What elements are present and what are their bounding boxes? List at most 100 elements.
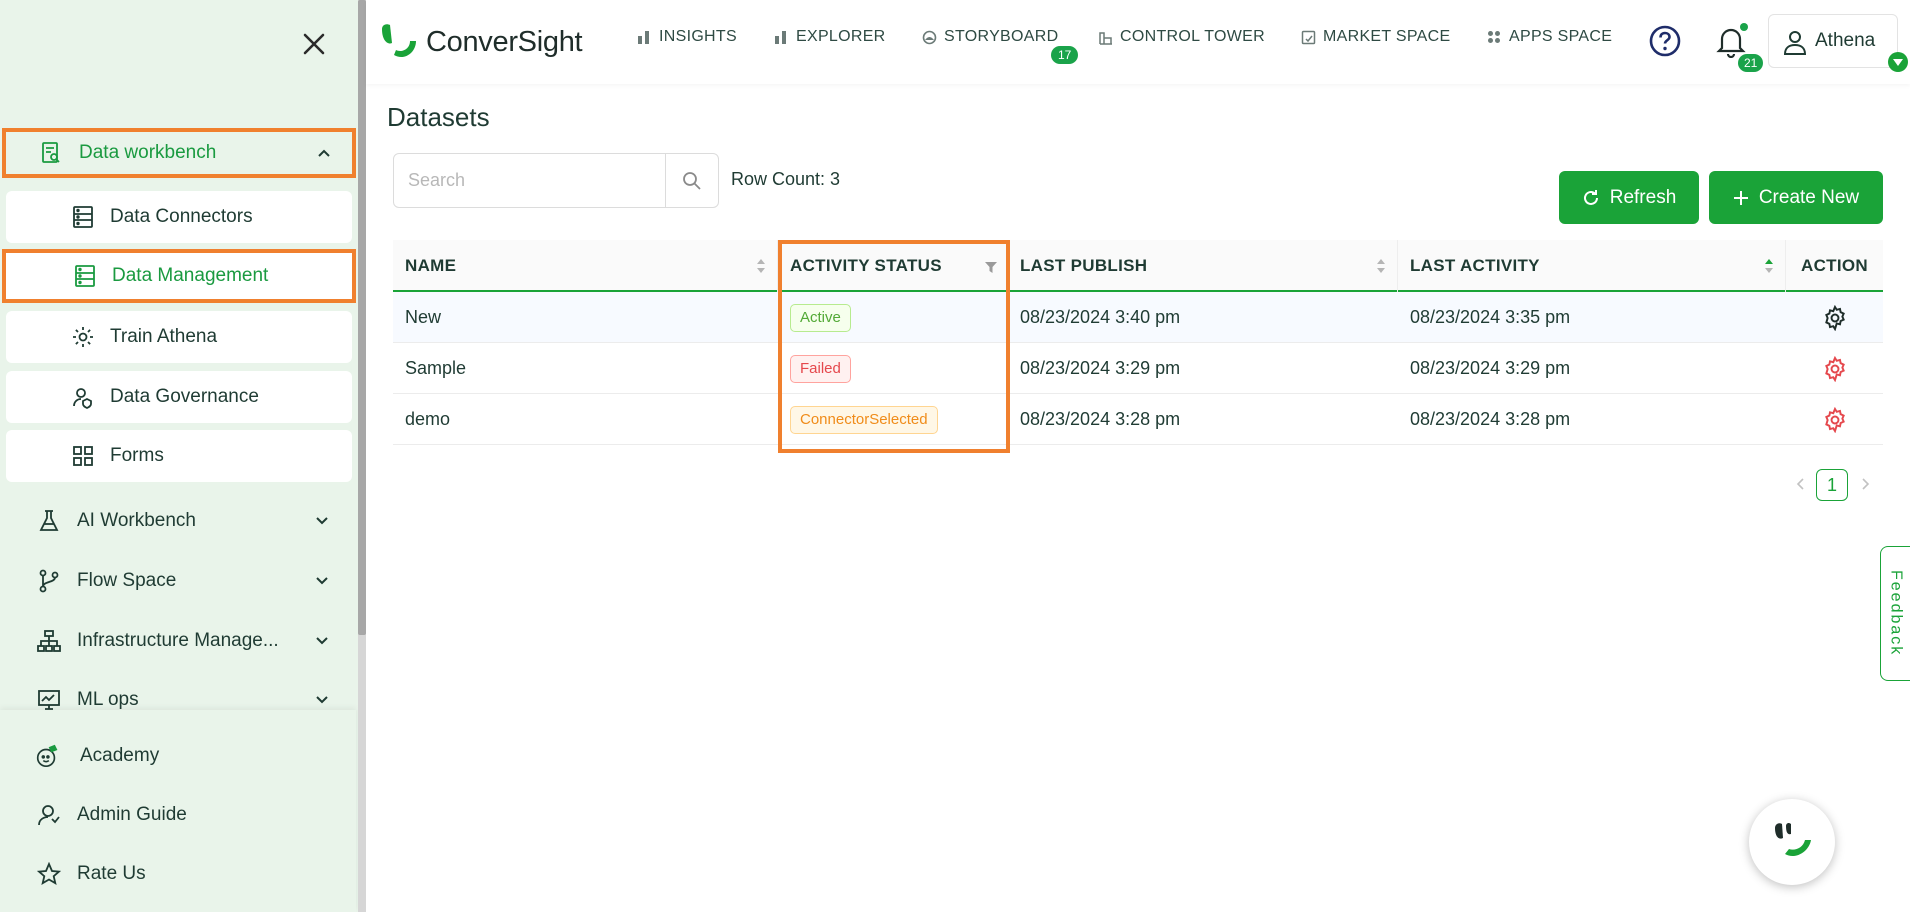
table-row[interactable]: New Active 08/23/2024 3:40 pm 08/23/2024… — [393, 292, 1883, 343]
sidebar-item-label: Data Connectors — [110, 206, 253, 227]
cell-name[interactable]: New — [393, 292, 441, 343]
nav-label: CONTROL TOWER — [1120, 28, 1265, 45]
user-guide-icon — [36, 802, 62, 828]
user-name: Athena — [1815, 30, 1876, 51]
nav-label: APPS SPACE — [1509, 28, 1613, 45]
chevron-down-icon[interactable] — [311, 630, 333, 652]
data-workbench-icon — [38, 140, 64, 166]
storyboard-badge: 17 — [1051, 46, 1079, 64]
sidebar-item-academy[interactable]: Academy — [0, 730, 356, 782]
status-badge: Active — [790, 303, 851, 332]
bar-chart-icon — [773, 29, 789, 45]
refresh-button[interactable]: Refresh — [1559, 171, 1699, 224]
sidebar-scrollbar[interactable] — [358, 0, 366, 912]
chevron-down-icon[interactable] — [311, 689, 333, 711]
sidebar-item-label: Admin Guide — [77, 804, 187, 825]
column-header-last-publish[interactable]: LAST PUBLISH — [1008, 240, 1398, 292]
column-header-last-activity[interactable]: LAST ACTIVITY — [1398, 240, 1786, 292]
cell-status: ConnectorSelected — [778, 394, 938, 445]
table-row[interactable]: demo ConnectorSelected 08/23/2024 3:28 p… — [393, 394, 1883, 445]
settings-gear-icon[interactable] — [1822, 355, 1848, 382]
nav-storyboard[interactable]: STORYBOARD — [921, 28, 1058, 46]
sidebar-item-forms[interactable]: Forms — [6, 430, 352, 482]
sidebar-item-data-workbench[interactable]: Data workbench — [2, 128, 356, 178]
pagination-next[interactable] — [1861, 477, 1871, 491]
close-icon[interactable] — [296, 26, 332, 62]
cell-last-publish: 08/23/2024 3:29 pm — [1020, 358, 1181, 378]
table-header: NAME ACTIVITY STATUS LAST PUBLISH LAST A… — [393, 240, 1883, 292]
chevron-up-icon[interactable] — [313, 142, 335, 164]
sidebar-item-data-management[interactable]: Data Management — [2, 249, 356, 303]
page-title: Datasets — [387, 102, 490, 132]
nav-insights[interactable]: INSIGHTS — [636, 28, 737, 46]
sort-icon[interactable] — [1375, 256, 1387, 276]
notification-dot — [1740, 23, 1748, 31]
cell-action — [1786, 292, 1883, 343]
scrollbar-thumb[interactable] — [358, 0, 366, 635]
nav-market-space[interactable]: MARKET SPACE — [1300, 28, 1450, 46]
settings-gear-icon[interactable] — [1822, 406, 1848, 433]
cell-last-activity: 08/23/2024 3:29 pm — [1410, 358, 1571, 378]
user-shield-icon — [70, 384, 96, 410]
nav-control-tower[interactable]: CONTROL TOWER — [1097, 28, 1265, 46]
sidebar-item-flow-space[interactable]: Flow Space — [0, 555, 356, 607]
tower-icon — [1097, 29, 1113, 45]
chatbot-launcher[interactable] — [1749, 799, 1835, 885]
caret-down-icon[interactable] — [1888, 52, 1908, 72]
column-header-name[interactable]: NAME — [393, 240, 778, 292]
status-badge: ConnectorSelected — [790, 405, 938, 434]
filter-icon[interactable] — [985, 256, 997, 276]
sidebar-item-label: Train Athena — [110, 326, 218, 347]
grid-icon — [70, 443, 96, 469]
create-new-label: Create New — [1758, 186, 1860, 208]
column-label: LAST ACTIVITY — [1410, 256, 1540, 275]
datasets-table: NAME ACTIVITY STATUS LAST PUBLISH LAST A… — [393, 240, 1883, 445]
logo[interactable]: ConverSight — [378, 20, 583, 64]
search-button[interactable] — [665, 154, 718, 207]
sidebar-item-label: Infrastructure Manage... — [77, 630, 279, 651]
table-row[interactable]: Sample Failed 08/23/2024 3:29 pm 08/23/2… — [393, 343, 1883, 394]
sidebar-item-label: ML ops — [77, 689, 139, 710]
sidebar-footer: Academy Admin Guide Rate Us — [0, 710, 356, 912]
sort-icon[interactable] — [1763, 256, 1775, 276]
cell-name[interactable]: demo — [393, 394, 450, 445]
settings-gear-icon[interactable] — [1822, 304, 1848, 331]
user-menu[interactable]: Athena — [1768, 14, 1908, 72]
sidebar-item-label: Rate Us — [77, 863, 146, 884]
plus-icon — [1733, 190, 1749, 206]
feedback-tab[interactable]: Feedback — [1880, 546, 1910, 681]
chevron-down-icon[interactable] — [311, 570, 333, 592]
bar-chart-icon — [636, 29, 652, 45]
cell-last-activity: 08/23/2024 3:28 pm — [1410, 409, 1571, 429]
column-header-action: ACTION — [1786, 240, 1883, 292]
conversight-logo-icon — [382, 24, 416, 58]
search-input[interactable] — [394, 154, 665, 207]
chevron-down-icon[interactable] — [311, 510, 333, 532]
sidebar-item-infrastructure[interactable]: Infrastructure Manage... — [0, 615, 356, 667]
hierarchy-icon — [36, 628, 62, 654]
create-new-button[interactable]: Create New — [1709, 171, 1883, 224]
logo-text: ConverSight — [426, 25, 583, 58]
cell-name[interactable]: Sample — [393, 343, 466, 394]
row-count: Row Count: 3 — [731, 169, 841, 189]
sidebar-item-rate-us[interactable]: Rate Us — [0, 848, 356, 900]
column-header-activity-status[interactable]: ACTIVITY STATUS — [778, 240, 1008, 292]
nav-label: STORYBOARD — [944, 28, 1059, 45]
pagination-page[interactable]: 1 — [1816, 469, 1848, 501]
column-label: ACTION — [1801, 256, 1868, 275]
sidebar-item-data-governance[interactable]: Data Governance — [6, 371, 352, 423]
help-icon[interactable] — [1648, 24, 1682, 58]
academy-icon — [34, 743, 60, 769]
star-icon — [36, 861, 62, 887]
sidebar-item-label: Data Governance — [110, 386, 259, 407]
cell-last-publish: 08/23/2024 3:28 pm — [1020, 409, 1181, 429]
sidebar-item-ai-workbench[interactable]: AI Workbench — [0, 495, 356, 547]
nav-apps-space[interactable]: APPS SPACE — [1486, 28, 1612, 46]
nav-label: INSIGHTS — [659, 28, 737, 45]
sidebar-item-data-connectors[interactable]: Data Connectors — [6, 191, 352, 243]
sidebar-item-train-athena[interactable]: Train Athena — [6, 311, 352, 363]
sort-icon[interactable] — [755, 256, 767, 276]
sidebar-item-admin-guide[interactable]: Admin Guide — [0, 789, 356, 841]
nav-explorer[interactable]: EXPLORER — [773, 28, 886, 46]
pagination-prev[interactable] — [1795, 477, 1805, 491]
